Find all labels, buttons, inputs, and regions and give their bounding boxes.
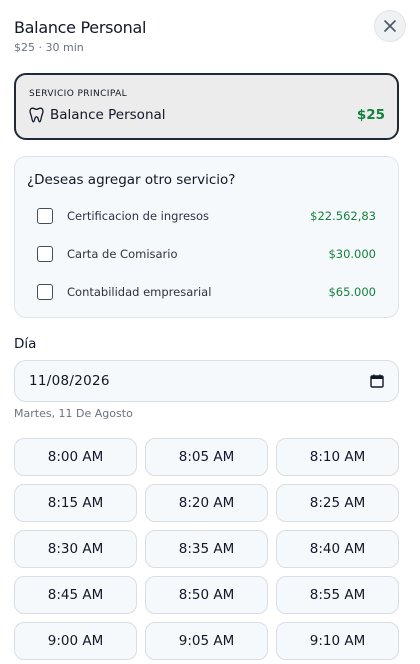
addon-name: Carta de Comisario	[67, 247, 178, 261]
addon-name: Contabilidad empresarial	[67, 285, 212, 299]
time-slot[interactable]: 8:05 AM	[145, 438, 268, 476]
addon-item-contabilidad[interactable]: Contabilidad empresarial $65.000	[27, 273, 386, 311]
tooth-icon	[29, 107, 44, 123]
time-slot[interactable]: 8:45 AM	[14, 576, 137, 614]
time-slot[interactable]: 8:30 AM	[14, 530, 137, 568]
addon-title: ¿Deseas agregar otro servicio?	[27, 172, 236, 188]
time-slot[interactable]: 8:55 AM	[276, 576, 399, 614]
addon-services-card: ¿Deseas agregar otro servicio? Certifica…	[14, 156, 399, 318]
time-slot[interactable]: 8:40 AM	[276, 530, 399, 568]
addon-checkbox[interactable]	[37, 208, 53, 224]
time-slot-grid: 8:00 AM 8:05 AM 8:10 AM 8:15 AM 8:20 AM …	[14, 438, 399, 660]
addon-list: Certificacion de ingresos $22.562,83 Car…	[27, 197, 386, 311]
addon-item-certificacion[interactable]: Certificacion de ingresos $22.562,83	[27, 197, 386, 235]
time-slot[interactable]: 9:05 AM	[145, 622, 268, 660]
main-service-card: SERVICIO PRINCIPAL Balance Personal $25	[14, 73, 399, 140]
time-slot[interactable]: 8:35 AM	[145, 530, 268, 568]
date-value: 11/08/2026	[29, 373, 110, 389]
calendar-icon[interactable]	[370, 374, 384, 388]
time-slot[interactable]: 8:00 AM	[14, 438, 137, 476]
close-icon	[384, 20, 396, 32]
date-hint: Martes, 11 De Agosto	[14, 407, 133, 420]
service-subtitle: $25 · 30 min	[14, 41, 84, 54]
time-slot[interactable]: 9:10 AM	[276, 622, 399, 660]
addon-price: $65.000	[328, 285, 376, 299]
day-label: Día	[14, 336, 37, 352]
addon-checkbox[interactable]	[37, 284, 53, 300]
close-button[interactable]	[374, 10, 406, 42]
addon-price: $30.000	[328, 247, 376, 261]
addon-checkbox[interactable]	[37, 246, 53, 262]
modal-header: Balance Personal $25 · 30 min	[14, 10, 406, 60]
main-service-kicker: SERVICIO PRINCIPAL	[29, 89, 128, 99]
time-slot[interactable]: 8:50 AM	[145, 576, 268, 614]
time-slot[interactable]: 8:10 AM	[276, 438, 399, 476]
time-slot[interactable]: 8:20 AM	[145, 484, 268, 522]
main-service-price: $25	[356, 107, 385, 123]
addon-price: $22.562,83	[310, 209, 376, 223]
service-title: Balance Personal	[14, 18, 147, 37]
time-slot[interactable]: 9:00 AM	[14, 622, 137, 660]
addon-item-carta-comisario[interactable]: Carta de Comisario $30.000	[27, 235, 386, 273]
time-slot[interactable]: 8:25 AM	[276, 484, 399, 522]
date-input[interactable]: 11/08/2026	[14, 360, 399, 402]
addon-name: Certificacion de ingresos	[67, 209, 210, 223]
main-service-name: Balance Personal	[50, 107, 166, 123]
time-slot[interactable]: 8:15 AM	[14, 484, 137, 522]
